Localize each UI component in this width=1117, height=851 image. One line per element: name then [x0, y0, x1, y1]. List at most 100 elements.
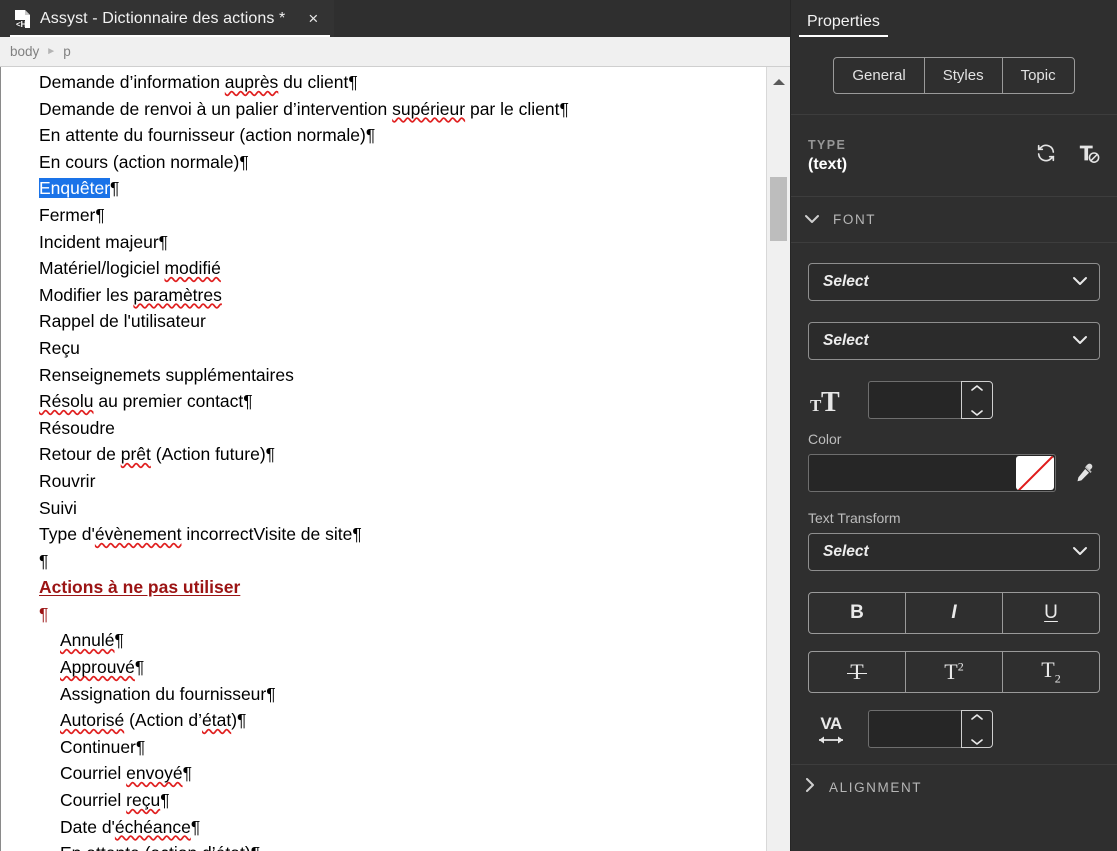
document-line[interactable]: Résoudre	[1, 415, 766, 442]
chevron-right-icon	[805, 778, 815, 797]
document-line[interactable]: Suivi	[1, 495, 766, 522]
double-arrow-icon	[819, 736, 843, 743]
document-tab[interactable]: <H Assyst - Dictionnaire des actions * ×	[0, 0, 335, 37]
type-label: TYPE	[808, 137, 847, 152]
pilcrow-mark: ¶	[348, 72, 358, 92]
pilcrow-mark: ¶	[243, 391, 253, 412]
document-line[interactable]: Rappel de l'utilisateur	[1, 308, 766, 335]
document-heading[interactable]: Actions à ne pas utiliser	[1, 574, 766, 601]
document-scrollbar[interactable]	[766, 67, 790, 851]
letter-spacing-icon: VA	[808, 714, 854, 745]
document-line[interactable]: Demande de renvoi à un palier d’interven…	[1, 96, 766, 123]
pilcrow-mark: ¶	[110, 178, 120, 199]
document-line[interactable]: En attente (action d’état)¶	[1, 840, 766, 851]
color-row	[808, 454, 1100, 492]
eyedropper-icon[interactable]	[1070, 461, 1100, 485]
document-line[interactable]: Type d'évènement incorrectVisite de site…	[1, 521, 766, 548]
document-line[interactable]: Modifier les paramètres	[1, 282, 766, 309]
document-line[interactable]: Fermer¶	[1, 202, 766, 229]
pilcrow-mark: ¶	[134, 657, 145, 678]
document-line[interactable]: Matériel/logiciel modifié	[1, 255, 766, 282]
strikethrough-glyph: T	[847, 659, 868, 684]
font-size-input[interactable]	[868, 381, 961, 419]
chevron-down-icon	[1072, 273, 1088, 291]
font-family-select[interactable]: Select	[808, 263, 1100, 301]
text-transform-select-value: Select	[823, 543, 869, 560]
pilcrow-mark: ¶	[237, 710, 247, 731]
text-transform-label: Text Transform	[808, 510, 901, 526]
font-size-icon: T T	[808, 385, 854, 415]
pilcrow-mark: ¶	[239, 151, 249, 172]
document-line[interactable]: Renseignemets supplémentaires	[1, 362, 766, 389]
superscript-button[interactable]: T2	[906, 652, 1003, 692]
document-line[interactable]: Résolu au premier contact¶	[1, 388, 766, 415]
bold-button[interactable]: B	[809, 593, 906, 633]
pilcrow-mark: ¶	[39, 550, 49, 571]
font-size-stepper[interactable]	[868, 381, 993, 419]
tab-general[interactable]: General	[834, 58, 925, 93]
letter-spacing-input[interactable]	[868, 710, 961, 748]
underline-button[interactable]: U	[1003, 593, 1099, 633]
document-line[interactable]: ¶	[1, 548, 766, 575]
chevron-down-icon	[805, 211, 819, 229]
breadcrumb-item-p[interactable]: p	[63, 44, 71, 59]
document-line[interactable]: Annulé¶	[1, 627, 766, 654]
document-line[interactable]: Courriel reçu¶	[1, 787, 766, 814]
alignment-section-header[interactable]: ALIGNMENT	[791, 764, 1117, 810]
subscript-button[interactable]: T2	[1003, 652, 1099, 692]
document-line[interactable]: Reçu	[1, 335, 766, 362]
document-line[interactable]: Enquêter¶	[1, 175, 766, 202]
scroll-up-arrow-icon[interactable]	[767, 73, 790, 91]
type-actions	[1035, 142, 1101, 169]
breadcrumb-item-body[interactable]: body	[10, 44, 39, 59]
text-style-button-group: B I U	[808, 592, 1100, 634]
strikethrough-button[interactable]: T	[809, 652, 906, 692]
letter-spacing-glyph: VA	[820, 713, 842, 733]
properties-title[interactable]: Properties	[799, 13, 888, 37]
pilcrow-mark: ¶	[39, 603, 49, 624]
color-swatch[interactable]	[1016, 456, 1054, 490]
properties-tabs-row: General Styles Topic	[791, 37, 1117, 115]
document-line[interactable]: Demande d’information auprès du client¶	[1, 69, 766, 96]
pilcrow-mark: ¶	[182, 763, 192, 784]
document-line[interactable]: Autorisé (Action d’état)¶	[1, 707, 766, 734]
chevron-down-icon[interactable]	[970, 404, 984, 422]
type-value: (text)	[808, 155, 848, 173]
chevron-down-icon	[1072, 332, 1088, 350]
document-line[interactable]: Incident majeur¶	[1, 229, 766, 256]
document-line[interactable]: Continuer¶	[1, 734, 766, 761]
document-line[interactable]: Assignation du fournisseur¶	[1, 681, 766, 708]
document-line[interactable]: Date d'échéance¶	[1, 814, 766, 841]
letter-spacing-spin-buttons[interactable]	[961, 710, 993, 748]
close-icon[interactable]: ×	[304, 8, 322, 29]
document-line[interactable]: ¶	[1, 601, 766, 628]
svg-text:<H: <H	[16, 20, 27, 29]
italic-button[interactable]: I	[906, 593, 1003, 633]
app-root: <H Assyst - Dictionnaire des actions * ×…	[0, 0, 1117, 851]
chevron-up-icon[interactable]	[970, 379, 984, 397]
font-section-header[interactable]: FONT	[791, 197, 1117, 243]
text-selection[interactable]: Enquêter	[39, 178, 111, 199]
document-line[interactable]: Courriel envoyé¶	[1, 760, 766, 787]
type-row: TYPE (text)	[791, 115, 1117, 197]
text-transform-select[interactable]: Select	[808, 533, 1100, 571]
document-line[interactable]: Approuvé¶	[1, 654, 766, 681]
tab-styles[interactable]: Styles	[925, 58, 1003, 93]
document-line[interactable]: Rouvrir	[1, 468, 766, 495]
document-line[interactable]: En attente du fournisseur (action normal…	[1, 122, 766, 149]
refresh-icon[interactable]	[1035, 142, 1057, 169]
editor-pane: <H Assyst - Dictionnaire des actions * ×…	[0, 0, 790, 851]
color-input[interactable]	[808, 454, 1056, 492]
chevron-up-icon[interactable]	[970, 708, 984, 726]
document-line[interactable]: Retour de prêt (Action future)¶	[1, 441, 766, 468]
document-line[interactable]: En cours (action normale)¶	[1, 149, 766, 176]
document-canvas[interactable]: Demande d’information auprès du client¶ D…	[1, 67, 766, 851]
tab-topic[interactable]: Topic	[1003, 58, 1074, 93]
chevron-down-icon[interactable]	[970, 733, 984, 751]
letter-spacing-stepper[interactable]	[868, 710, 993, 748]
font-style-select[interactable]: Select	[808, 322, 1100, 360]
font-size-spin-buttons[interactable]	[961, 381, 993, 419]
scrollbar-thumb[interactable]	[770, 177, 787, 241]
clear-formatting-icon[interactable]	[1077, 142, 1101, 169]
properties-header: Properties	[791, 0, 1117, 37]
